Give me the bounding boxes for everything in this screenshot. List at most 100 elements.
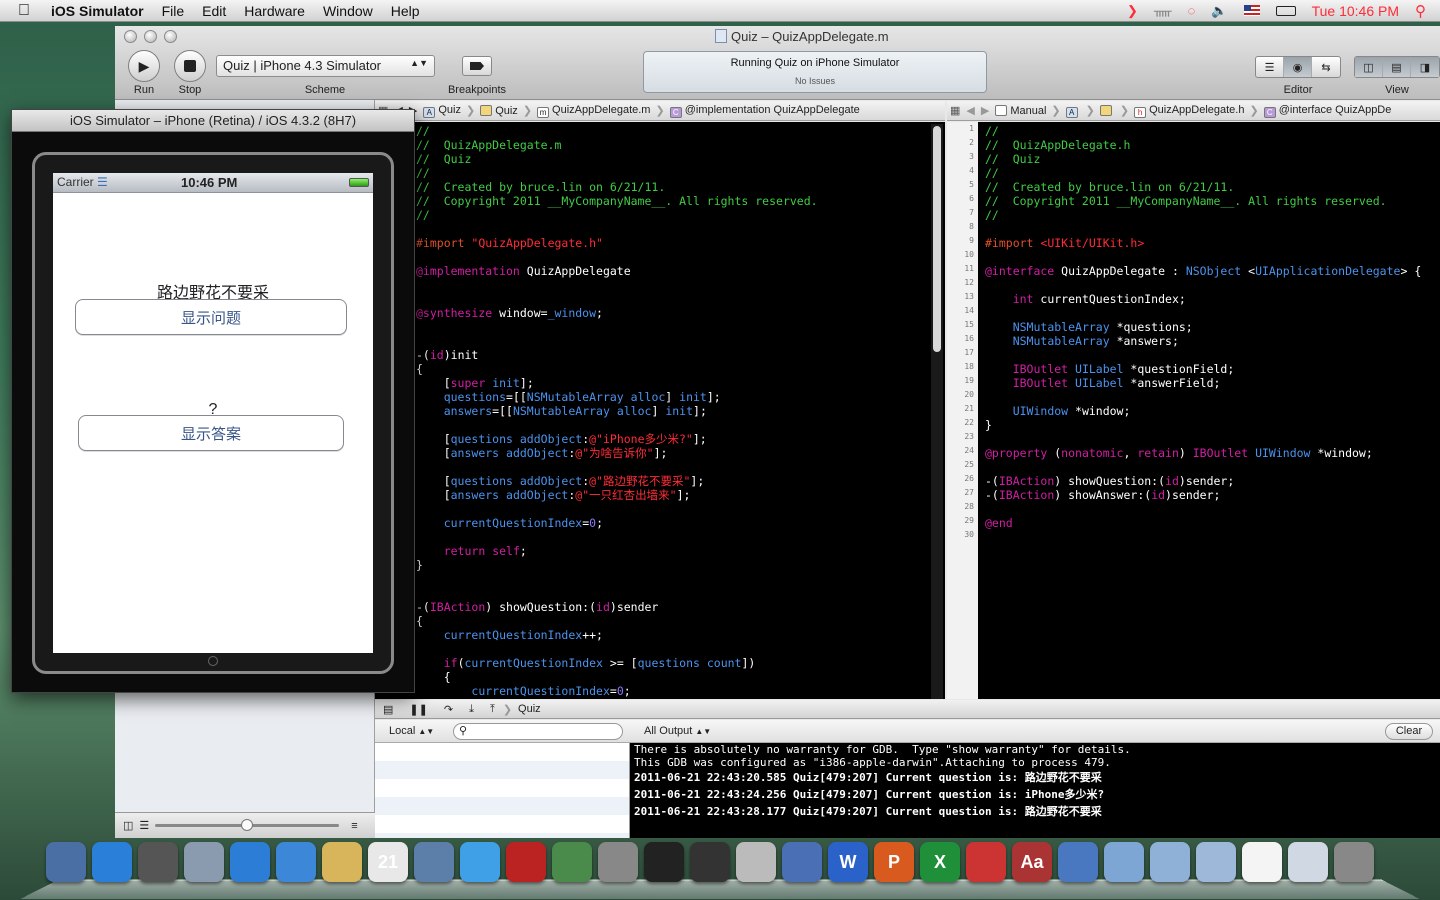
ical-icon[interactable]: 21 [368, 842, 408, 882]
jump-project-2[interactable]: A [1063, 104, 1084, 118]
safari-icon[interactable] [230, 842, 270, 882]
instruments-icon[interactable] [1058, 842, 1098, 882]
jump-manual[interactable]: Manual [992, 104, 1049, 117]
step-over-icon[interactable]: ↷ [436, 703, 461, 716]
list-icon[interactable]: ☰ [139, 819, 149, 832]
close-window-button[interactable] [124, 30, 137, 43]
preview-icon[interactable] [736, 842, 776, 882]
jump-project[interactable]: A Quiz [420, 104, 464, 118]
file-icon[interactable] [1242, 842, 1282, 882]
menu-icon[interactable]: ≡ [351, 820, 357, 832]
variables-view[interactable] [375, 743, 630, 838]
menu-bar:  iOS Simulator File Edit Hardware Windo… [0, 0, 1440, 22]
dvd-icon[interactable] [690, 842, 730, 882]
grid-icon[interactable]: ▦ [947, 104, 963, 117]
ios-clock: 10:46 PM [181, 175, 238, 190]
debug-target[interactable]: Quiz [512, 703, 541, 715]
spotlight-icon[interactable]: ⚲ [1407, 2, 1440, 20]
input-flag-icon[interactable] [1236, 3, 1268, 18]
variables-search-field[interactable]: ⚲ [453, 723, 623, 740]
back-arrow-icon-2[interactable]: ◀ [963, 104, 977, 117]
standard-editor-icon[interactable]: ☰ [1256, 57, 1284, 77]
show-navigator-icon[interactable]: ◫ [123, 819, 133, 832]
zoom-slider[interactable] [155, 819, 340, 831]
menu-window[interactable]: Window [314, 3, 382, 19]
address-book-icon[interactable] [322, 842, 362, 882]
pause-icon[interactable]: ❚❚ [401, 703, 435, 716]
dictionary-icon[interactable]: Aa [1012, 842, 1052, 882]
finder-icon[interactable] [46, 842, 86, 882]
hide-debug-area-icon[interactable]: ▤ [375, 703, 401, 716]
scope-popup[interactable]: Local ▲▼ [389, 725, 434, 737]
assistant-editor-icon[interactable]: ◉ [1284, 57, 1312, 77]
updown-chevron-icon: ▲▼ [410, 58, 428, 68]
volume-icon[interactable]: 🔈 [1203, 3, 1235, 19]
aperture-icon[interactable] [644, 842, 684, 882]
menu-edit[interactable]: Edit [193, 3, 235, 19]
output-filter-popup[interactable]: All Output ▲▼ [644, 725, 711, 737]
battery-icon[interactable] [1268, 3, 1304, 18]
assistant-code-editor[interactable]: // // QuizAppDelegate.h // Quiz // // Cr… [978, 122, 1440, 699]
jump-file-2[interactable]: h QuizAppDelegate.h [1131, 104, 1247, 118]
clear-console-button[interactable]: Clear [1385, 723, 1433, 740]
version-editor-icon[interactable]: ⇆ [1312, 57, 1340, 77]
step-into-icon[interactable]: ⤓ [461, 703, 482, 716]
excel-icon[interactable]: X [920, 842, 960, 882]
run-button[interactable]: ▶ [128, 50, 160, 82]
breakpoints-toggle[interactable] [462, 56, 492, 76]
scheme-popup[interactable]: Quiz | iPhone 4.3 Simulator ▲▼ [216, 55, 435, 77]
documents-folder-icon[interactable] [1196, 842, 1236, 882]
front-row-icon[interactable] [506, 842, 546, 882]
menu-file[interactable]: File [153, 3, 194, 19]
class-icon: C [669, 106, 682, 118]
apple-menu-icon[interactable]:  [0, 2, 42, 20]
show-answer-button[interactable]: 显示答案 [78, 415, 344, 451]
ichat-icon[interactable] [276, 842, 316, 882]
mail-icon[interactable] [184, 842, 224, 882]
navigator-toggle-icon[interactable]: ◫ [1355, 57, 1383, 77]
zoom-window-button[interactable] [164, 30, 177, 43]
stop-button[interactable] [174, 50, 206, 82]
jump-symbol[interactable]: C @implementation QuizAppDelegate [667, 104, 863, 118]
downloads-icon[interactable] [1288, 842, 1328, 882]
jump-symbol-2[interactable]: C @interface QuizAppDe [1261, 104, 1395, 118]
system-preferences-icon[interactable] [598, 842, 638, 882]
wifi-icon[interactable]: ◌ [1180, 3, 1204, 18]
utilities-toggle-icon[interactable]: ◨ [1411, 57, 1439, 77]
editor-mode-segmented[interactable]: ☰ ◉ ⇆ [1255, 56, 1341, 78]
console-output[interactable]: There is absolutely no warranty for GDB.… [630, 743, 1440, 838]
xcode-icon[interactable] [782, 842, 822, 882]
menu-help[interactable]: Help [382, 3, 429, 19]
forward-arrow-icon-2[interactable]: ▶ [978, 104, 992, 117]
view-segmented[interactable]: ◫ ▤ ◨ [1354, 56, 1440, 78]
primary-code-editor[interactable]: // // QuizAppDelegate.m // Quiz // // Cr… [375, 122, 945, 699]
time-machine-icon[interactable] [552, 842, 592, 882]
jump-group-2[interactable] [1097, 104, 1118, 117]
project-icon: A [423, 106, 436, 118]
menu-hardware[interactable]: Hardware [235, 3, 314, 19]
word-icon[interactable]: W [828, 842, 868, 882]
folder-icon[interactable] [1104, 842, 1144, 882]
step-out-icon[interactable]: ⤒ [482, 703, 503, 716]
minimize-window-button[interactable] [144, 30, 157, 43]
editor-scrollbar[interactable] [931, 124, 943, 699]
app-store-icon[interactable] [92, 842, 132, 882]
jump-file[interactable]: m QuizAppDelegate.m [534, 104, 653, 118]
jump-group[interactable]: Quiz [477, 104, 521, 117]
trash-icon[interactable] [1334, 842, 1374, 882]
parallels-icon[interactable] [966, 842, 1006, 882]
show-question-button[interactable]: 显示问题 [75, 299, 347, 335]
home-button[interactable] [208, 656, 218, 666]
applications-folder-icon[interactable] [1150, 842, 1190, 882]
app-menu[interactable]: iOS Simulator [42, 3, 153, 19]
iphoto-icon[interactable] [414, 842, 454, 882]
dashboard-icon[interactable] [138, 842, 178, 882]
script-menu-icon[interactable]: ❯ [1119, 3, 1146, 19]
menu-clock[interactable]: Tue 10:46 PM [1304, 3, 1407, 19]
class-icon-2: C [1263, 106, 1276, 118]
console-line: 2011-06-21 22:43:24.256 Quiz[479:207] Cu… [634, 788, 1105, 801]
bluetooth-icon[interactable]: ᚅ [1146, 3, 1180, 19]
debug-area-toggle-icon[interactable]: ▤ [1383, 57, 1411, 77]
itunes-icon[interactable] [460, 842, 500, 882]
powerpoint-icon[interactable]: P [874, 842, 914, 882]
